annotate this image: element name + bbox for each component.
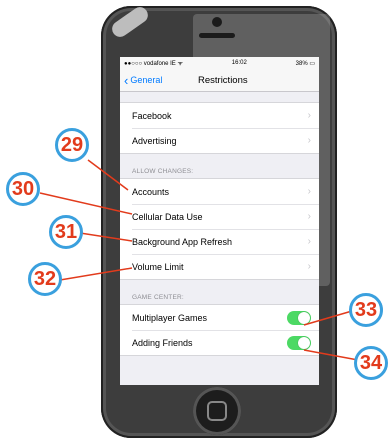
callout-34: 34 — [354, 346, 388, 380]
pointer-line-33 — [303, 310, 353, 326]
pointer-line-31 — [79, 232, 133, 242]
callout-31: 31 — [49, 215, 83, 249]
pointer-line-34 — [303, 349, 359, 361]
callout-30: 30 — [6, 172, 40, 206]
callout-32: 32 — [28, 262, 62, 296]
callout-29: 29 — [55, 128, 89, 162]
pointer-line-29 — [87, 159, 129, 191]
pointer-line-30 — [39, 192, 133, 215]
callout-33: 33 — [349, 293, 383, 327]
pointer-line-32 — [59, 267, 133, 281]
